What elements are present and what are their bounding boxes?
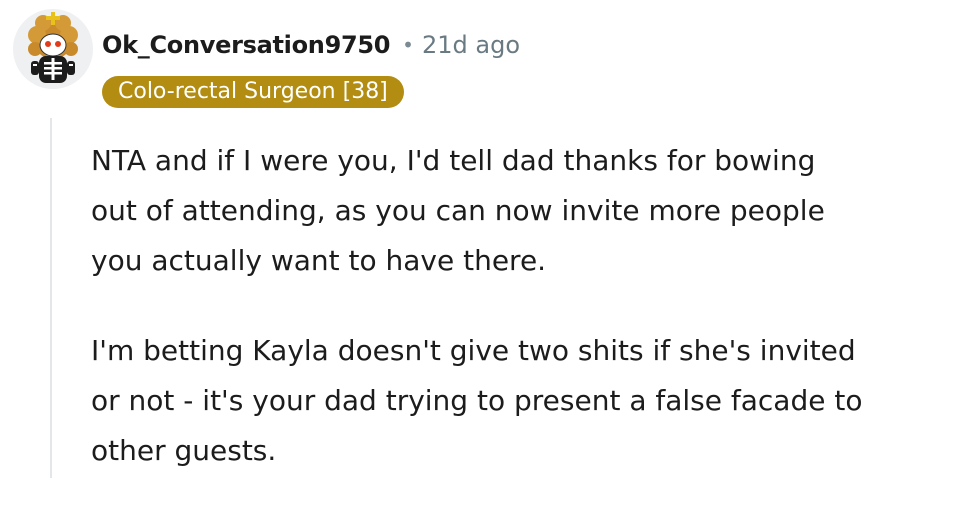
text-line: you actually want to have there.: [91, 244, 547, 277]
text-line: other guests.: [91, 434, 277, 467]
username-link[interactable]: Ok_Conversation9750: [102, 31, 390, 59]
user-avatar-icon[interactable]: [13, 9, 93, 89]
timestamp[interactable]: 21d ago: [422, 31, 520, 59]
text-line: NTA and if I were you, I'd tell dad than…: [91, 144, 816, 177]
separator-dot: •: [402, 33, 414, 57]
avatar-illustration: [28, 12, 78, 83]
text-line: out of attending, as you can now invite …: [91, 194, 825, 227]
paragraph-2: I'm betting Kayla doesn't give two shits…: [91, 326, 957, 476]
paragraph-1: NTA and if I were you, I'd tell dad than…: [91, 136, 957, 286]
text-line: or not - it's your dad trying to present…: [91, 384, 863, 417]
text-line: I'm betting Kayla doesn't give two shits…: [91, 334, 856, 367]
comment-body: NTA and if I were you, I'd tell dad than…: [91, 136, 957, 516]
comment-header: Ok_Conversation9750 • 21d ago: [102, 27, 520, 63]
thread-line[interactable]: [50, 118, 52, 478]
user-flair-badge: Colo-rectal Surgeon [38]: [102, 76, 404, 108]
